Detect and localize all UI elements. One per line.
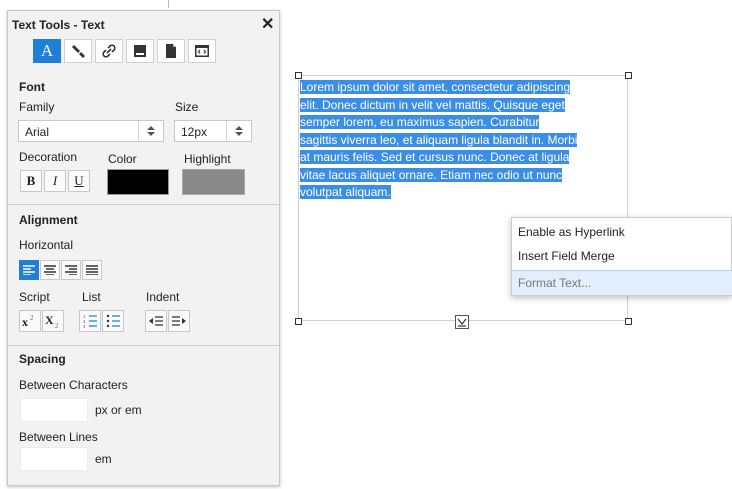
align-right-icon — [65, 265, 77, 275]
outdent-icon — [149, 316, 163, 326]
character-spacing-unit: px or em — [95, 403, 142, 417]
resize-handle-top-left[interactable] — [295, 72, 302, 79]
indent-icon — [172, 316, 186, 326]
text-line: sagittis viverra leo, et aliquam ligula … — [300, 132, 578, 147]
between-lines-label: Between Lines — [19, 430, 98, 444]
text-line: at mauris felis. Sed et cursus nunc. Don… — [300, 150, 570, 164]
resize-handle-bottom-right[interactable] — [625, 318, 632, 325]
bullet-list-button[interactable] — [102, 310, 124, 332]
divider — [8, 345, 279, 346]
resize-handle-bottom-left[interactable] — [295, 318, 302, 325]
font-size-value: 12px — [181, 125, 208, 139]
text-line: Lorem ipsum dolor sit amet, consectetur … — [300, 80, 571, 94]
code-icon — [195, 45, 209, 57]
spacing-heading: Spacing — [19, 352, 66, 366]
link-tab[interactable] — [95, 39, 123, 63]
outdent-button[interactable] — [145, 310, 167, 332]
svg-text:2: 2 — [55, 322, 59, 328]
bullet-list-icon — [106, 314, 120, 328]
font-family-select[interactable]: Arial — [18, 120, 164, 142]
text-line: semper lorem, eu maximus sapien. Curabit… — [300, 115, 540, 129]
font-family-value: Arial — [25, 125, 50, 139]
svg-text:3: 3 — [83, 324, 86, 328]
color-label: Color — [108, 152, 137, 166]
underline-button[interactable]: U — [68, 170, 90, 192]
panel-title: Text Tools - Text — [12, 18, 105, 32]
text-format-icon: A — [40, 41, 54, 60]
bold-button[interactable]: B — [20, 170, 42, 192]
menu-item-label: Insert Field Merge — [518, 249, 615, 263]
highlight-color-swatch[interactable] — [182, 169, 245, 195]
indent-label: Indent — [146, 290, 180, 304]
decoration-label: Decoration — [19, 150, 78, 164]
menu-item-enable-hyperlink[interactable]: Enable as Hyperlink — [512, 220, 732, 244]
insert-field-icon — [134, 45, 146, 57]
horizontal-label: Horizontal — [19, 238, 74, 252]
panel-toolbar: A — [33, 39, 219, 65]
line-spacing-unit: em — [95, 452, 112, 466]
family-label: Family — [19, 100, 55, 114]
italic-button[interactable]: I — [44, 170, 66, 192]
numbered-list-button[interactable]: 123 — [79, 310, 101, 332]
text-line: elit. Donec dictum in velit vel mattis. … — [300, 97, 565, 112]
subscript-button[interactable]: X 2 — [42, 310, 64, 332]
menu-item-format-text[interactable]: Format Text... — [512, 270, 732, 295]
font-size-spinner[interactable] — [226, 121, 251, 141]
menu-item-label: Format Text... — [518, 276, 592, 290]
numbered-list-icon: 123 — [83, 314, 97, 328]
svg-text:2: 2 — [30, 314, 34, 322]
document-icon — [166, 44, 176, 58]
alignment-heading: Alignment — [19, 213, 78, 227]
list-label: List — [82, 290, 101, 304]
script-label: Script — [19, 290, 50, 304]
svg-text:x: x — [22, 315, 28, 328]
line-spacing-input[interactable] — [20, 447, 88, 471]
character-spacing-input[interactable] — [20, 398, 88, 422]
between-characters-label: Between Characters — [19, 378, 128, 392]
align-justify-icon — [86, 265, 98, 275]
align-left-button[interactable] — [19, 260, 39, 280]
paint-brush-tab[interactable] — [64, 39, 92, 63]
text-color-swatch[interactable] — [107, 169, 169, 195]
resize-handle-top-right[interactable] — [625, 72, 632, 79]
selected-text-content[interactable]: Lorem ipsum dolor sit amet, consectetur … — [300, 79, 626, 202]
highlight-label: Highlight — [184, 152, 231, 166]
superscript-icon: x 2 — [22, 314, 34, 328]
document-tab[interactable] — [157, 39, 185, 63]
menu-item-label: Enable as Hyperlink — [518, 225, 625, 239]
align-justify-button[interactable] — [82, 260, 102, 280]
font-size-select[interactable]: 12px — [174, 120, 252, 142]
expand-box-icon[interactable] — [455, 315, 469, 329]
align-center-button[interactable] — [40, 260, 60, 280]
code-tab[interactable] — [188, 39, 216, 63]
paint-brush-icon — [72, 45, 85, 58]
panel-titlebar[interactable]: Text Tools - Text ✕ — [8, 11, 279, 39]
link-icon — [102, 44, 116, 58]
insert-field-tab[interactable] — [126, 39, 154, 63]
subscript-icon: X 2 — [45, 314, 59, 328]
font-family-spinner[interactable] — [138, 121, 163, 141]
menu-item-insert-field-merge[interactable]: Insert Field Merge — [512, 244, 732, 268]
context-menu: Enable as Hyperlink Insert Field Merge F… — [511, 217, 732, 296]
font-heading: Font — [19, 80, 45, 94]
text-line: volutpat aliquam. — [300, 185, 391, 199]
close-icon[interactable]: ✕ — [261, 14, 274, 34]
indent-button[interactable] — [168, 310, 190, 332]
superscript-button[interactable]: x 2 — [19, 310, 41, 332]
text-line: vitae lacus aliquet ornare. Etiam nec od… — [300, 167, 563, 182]
svg-text:X: X — [45, 314, 54, 327]
align-center-icon — [44, 265, 56, 275]
divider — [8, 204, 279, 205]
canvas-guide-line — [168, 0, 169, 8]
size-label: Size — [175, 100, 199, 114]
align-left-icon — [23, 265, 35, 275]
align-right-button[interactable] — [61, 260, 81, 280]
text-tools-panel: Text Tools - Text ✕ A Font Family Size A… — [7, 10, 280, 486]
text-format-tab[interactable]: A — [33, 39, 61, 63]
